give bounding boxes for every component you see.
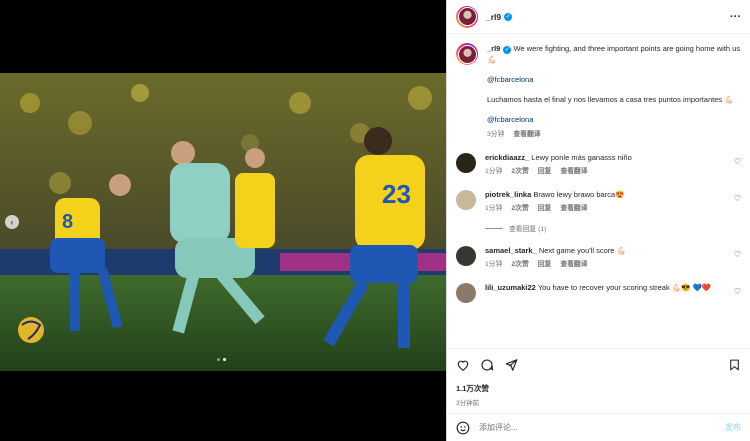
post-photo[interactable]: 8 23 <box>0 73 446 371</box>
carousel-dot-active <box>223 358 226 361</box>
comment-meta: 1分钟 2次赞 回复 查看翻译 <box>485 204 735 214</box>
caption-mention[interactable]: @fcbarcelona <box>487 114 741 125</box>
post-comment-button[interactable]: 发布 <box>725 422 741 433</box>
caption-text-es: Luchamos hasta el final y nos llevamos a… <box>487 95 734 104</box>
comment-text: Next game you'll score 💪🏻 <box>538 246 626 255</box>
comment-translate-link[interactable]: 查看翻译 <box>560 167 587 177</box>
emoji-icon[interactable] <box>456 421 470 435</box>
heart-icon[interactable]: ♡ <box>734 157 741 166</box>
comment-text: Brawo lewy brawo barca😍 <box>533 190 625 199</box>
post-details-panel: _rl9 ✓ ··· _rl9 ✓ We were fighting, and t… <box>446 0 750 441</box>
heart-icon[interactable]: ♡ <box>734 287 741 296</box>
comment-meta: 1分钟 2次赞 回复 查看翻译 <box>485 260 735 270</box>
caption-username[interactable]: _rl9 <box>487 44 500 53</box>
post-header: _rl9 ✓ ··· <box>447 0 750 34</box>
comment-translate-link[interactable]: 查看翻译 <box>560 260 587 270</box>
view-replies-label: 查看回复 (1) <box>509 226 547 233</box>
comment-time: 1分钟 <box>485 205 503 212</box>
comment-meta: 1分钟 2次赞 回复 查看翻译 <box>485 167 735 177</box>
like-count[interactable]: 1.1万次赞 <box>456 383 741 394</box>
share-icon[interactable] <box>504 358 518 372</box>
verified-badge-icon: ✓ <box>504 12 513 21</box>
comment-text: Lewy ponle más ganasss niño <box>531 153 632 162</box>
svg-text:23: 23 <box>382 179 411 209</box>
comment-like-count[interactable]: 2次赞 <box>511 167 528 177</box>
caption-author-avatar[interactable] <box>456 43 478 65</box>
comment-reply-link[interactable]: 回复 <box>538 260 552 270</box>
heart-icon[interactable]: ♡ <box>734 250 741 259</box>
comment-avatar[interactable] <box>456 283 476 303</box>
bookmark-icon[interactable] <box>728 358 741 372</box>
comment-like-count[interactable]: 2次赞 <box>511 260 528 270</box>
comment-translate-link[interactable]: 查看翻译 <box>560 204 587 214</box>
more-icon[interactable]: ··· <box>730 11 741 23</box>
comment-reply-link[interactable]: 回复 <box>538 167 552 177</box>
comment-item: samael_stark_ Next game you'll score 💪🏻 … <box>456 246 741 270</box>
comment-reply-link[interactable]: 回复 <box>538 204 552 214</box>
comment-username[interactable]: samael_stark_ <box>485 246 537 255</box>
post-actions-area: 1.1万次赞 3分钟前 <box>447 348 750 410</box>
comment-item: lili_uzumaki22 You have to recover your … <box>456 283 741 303</box>
instagram-post-view: 8 23 ‹ _rl9 ✓ ··· _rl9 ✓ We were fightin… <box>0 0 750 441</box>
previous-photo-button[interactable]: ‹ <box>5 215 19 229</box>
heart-icon[interactable]: ♡ <box>734 194 741 203</box>
caption-time: 3分钟 <box>487 131 505 138</box>
verified-badge-icon: ✓ <box>503 46 512 54</box>
media-panel: 8 23 ‹ <box>0 0 446 441</box>
heart-icon[interactable] <box>456 358 470 372</box>
football-match-photo: 8 23 <box>0 73 446 371</box>
comment-time: 1分钟 <box>485 261 503 268</box>
comment-item: erickdiaazz_ Lewy ponle más ganasss niño… <box>456 153 741 177</box>
action-bar <box>456 357 741 373</box>
comment-username[interactable]: piotrek_linka <box>485 190 531 199</box>
author-username[interactable]: _rl9 <box>486 12 501 22</box>
comment-like-count[interactable]: 2次赞 <box>511 204 528 214</box>
comment-input[interactable] <box>479 423 725 432</box>
comments-section[interactable]: _rl9 ✓ We were fighting, and three import… <box>447 35 750 345</box>
comment-username[interactable]: erickdiaazz_ <box>485 153 529 162</box>
carousel-dot <box>217 358 220 361</box>
comment-item: piotrek_linka Brawo lewy brawo barca😍 1分… <box>456 190 741 214</box>
view-replies-link[interactable]: 查看回复 (1) <box>485 223 741 233</box>
caption-mention[interactable]: @fcbarcelona <box>487 74 741 85</box>
caption-text-en: We were fighting, and three important po… <box>487 44 741 64</box>
svg-text:8: 8 <box>62 211 73 233</box>
divider-line <box>485 227 503 229</box>
comment-avatar[interactable] <box>456 153 476 173</box>
post-caption: _rl9 ✓ We were fighting, and three import… <box>456 43 741 140</box>
caption-translate-link[interactable]: 查看翻译 <box>513 129 540 140</box>
add-comment-bar: 发布 <box>447 413 750 441</box>
comment-text: You have to recover your scoring streak … <box>537 283 712 292</box>
caption-meta: 3分钟 查看翻译 <box>487 129 741 140</box>
author-avatar[interactable] <box>456 5 478 28</box>
post-timestamp: 3分钟前 <box>456 400 480 407</box>
carousel-indicator <box>217 358 226 361</box>
comment-avatar[interactable] <box>456 190 476 210</box>
chevron-left-icon: ‹ <box>10 217 14 227</box>
comment-time: 1分钟 <box>485 168 503 175</box>
comment-avatar[interactable] <box>456 246 476 266</box>
comment-icon[interactable] <box>480 358 494 372</box>
comment-username[interactable]: lili_uzumaki22 <box>485 283 536 292</box>
